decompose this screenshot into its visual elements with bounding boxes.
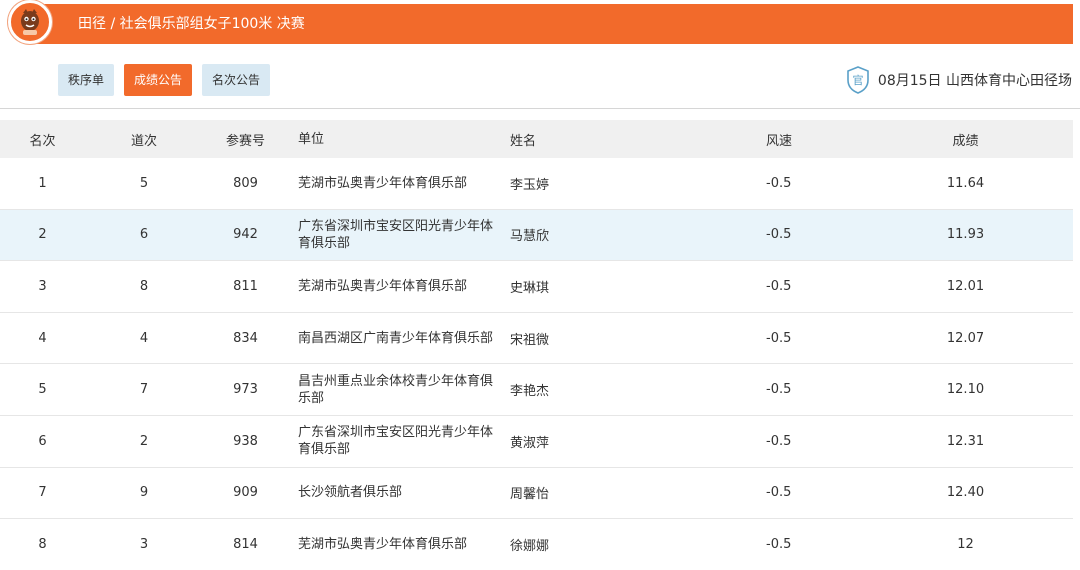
table-row[interactable]: 4 4 834 南昌西湖区广南青少年体育俱乐部 宋祖微 -0.5 12.07 xyxy=(0,312,1073,365)
cell-wind: -0.5 xyxy=(766,175,792,191)
official-badge-icon: 官 xyxy=(847,66,869,94)
cell-rank: 5 xyxy=(38,382,47,398)
cell-result: 12.10 xyxy=(946,382,985,398)
cell-rank: 1 xyxy=(38,175,47,191)
mascot-logo-icon xyxy=(8,0,52,44)
view-tabs: 秩序单 成绩公告 名次公告 xyxy=(58,64,271,96)
cell-result: 12.31 xyxy=(946,433,985,449)
results-table: 名次 道次 参赛号 单位 姓名 风速 成绩 1 5 809 芜湖市弘奥青少年体育… xyxy=(0,120,1073,570)
tab-results-notice[interactable]: 成绩公告 xyxy=(124,64,193,96)
table-header: 名次 道次 参赛号 单位 姓名 风速 成绩 xyxy=(0,120,1073,158)
cell-wind: -0.5 xyxy=(766,433,792,449)
cell-name: 李艳杰 xyxy=(510,384,550,400)
cell-name: 周馨怡 xyxy=(510,487,550,503)
cell-lane: 9 xyxy=(139,485,149,501)
page-header: 田径 / 社会俱乐部组女子100米 决赛 xyxy=(0,0,1080,50)
cell-lane: 4 xyxy=(139,330,149,346)
col-header-wind: 风速 xyxy=(766,133,793,149)
cell-wind: -0.5 xyxy=(766,536,792,552)
cell-unit: 芜湖市弘奥青少年体育俱乐部 xyxy=(298,278,468,294)
cell-lane: 8 xyxy=(139,278,149,294)
title-bar: 田径 / 社会俱乐部组女子100米 决赛 xyxy=(30,4,1073,44)
table-row[interactable]: 7 9 909 长沙领航者俱乐部 周馨怡 -0.5 12.40 xyxy=(0,467,1073,520)
cell-name: 史琳琪 xyxy=(510,280,550,296)
cell-bib: 814 xyxy=(233,536,258,552)
cell-unit: 广东省深圳市宝安区阳光青少年体育俱乐部 xyxy=(298,425,494,458)
cell-name: 宋祖微 xyxy=(510,332,550,348)
venue-date-location: 08月15日 山西体育中心田径场 xyxy=(877,73,1072,89)
cell-result: 12 xyxy=(957,536,974,552)
cell-result: 12.40 xyxy=(946,485,985,501)
cell-bib: 973 xyxy=(233,382,258,398)
table-row[interactable]: 3 8 811 芜湖市弘奥青少年体育俱乐部 史琳琪 -0.5 12.01 xyxy=(0,261,1073,313)
cell-bib: 938 xyxy=(233,433,258,449)
col-header-bib: 参赛号 xyxy=(225,133,265,149)
cell-unit: 芜湖市弘奥青少年体育俱乐部 xyxy=(298,536,468,552)
cell-unit: 芜湖市弘奥青少年体育俱乐部 xyxy=(298,175,468,191)
cell-bib: 942 xyxy=(233,227,258,243)
cell-bib: 834 xyxy=(233,330,258,346)
divider xyxy=(0,108,1080,109)
venue-info: 官 08月15日 山西体育中心田径场 xyxy=(846,66,1072,94)
cell-result: 11.64 xyxy=(946,175,985,191)
cell-rank: 8 xyxy=(38,536,47,552)
table-row[interactable]: 6 2 938 广东省深圳市宝安区阳光青少年体育俱乐部 黄淑萍 -0.5 12.… xyxy=(0,415,1073,468)
cell-result: 12.01 xyxy=(946,278,985,294)
col-header-result: 成绩 xyxy=(952,133,979,149)
cell-result: 11.93 xyxy=(946,227,985,243)
cell-wind: -0.5 xyxy=(766,278,792,294)
col-header-name: 姓名 xyxy=(510,133,537,149)
cell-name: 李玉婷 xyxy=(510,177,550,193)
cell-rank: 4 xyxy=(38,330,47,346)
cell-unit: 广东省深圳市宝安区阳光青少年体育俱乐部 xyxy=(298,218,494,251)
cell-wind: -0.5 xyxy=(766,382,792,398)
col-header-rank: 名次 xyxy=(29,133,56,149)
cell-name: 黄淑萍 xyxy=(510,435,550,451)
tab-ranking-notice[interactable]: 名次公告 xyxy=(202,64,271,96)
table-row[interactable]: 8 3 814 芜湖市弘奥青少年体育俱乐部 徐娜娜 -0.5 12 xyxy=(0,519,1073,570)
col-header-unit: 单位 xyxy=(298,131,325,147)
cell-name: 马慧欣 xyxy=(510,229,550,245)
cell-wind: -0.5 xyxy=(766,485,792,501)
cell-wind: -0.5 xyxy=(766,330,792,346)
col-header-lane: 道次 xyxy=(130,133,157,149)
cell-result: 12.07 xyxy=(946,330,985,346)
page-title: 田径 / 社会俱乐部组女子100米 决赛 xyxy=(78,16,305,32)
cell-name: 徐娜娜 xyxy=(510,538,550,554)
cell-lane: 7 xyxy=(139,382,149,398)
cell-unit: 长沙领航者俱乐部 xyxy=(298,485,403,501)
cell-bib: 811 xyxy=(233,278,258,294)
cell-lane: 5 xyxy=(139,175,149,191)
cell-lane: 3 xyxy=(139,536,149,552)
table-row[interactable]: 5 7 973 昌吉州重点业余体校青少年体育俱乐部 李艳杰 -0.5 12.10 xyxy=(0,364,1073,416)
cell-unit: 昌吉州重点业余体校青少年体育俱乐部 xyxy=(298,373,494,406)
table-row[interactable]: 1 5 809 芜湖市弘奥青少年体育俱乐部 李玉婷 -0.5 11.64 xyxy=(0,158,1073,210)
venue-icon-label: 官 xyxy=(852,73,863,87)
cell-lane: 2 xyxy=(139,433,149,449)
cell-lane: 6 xyxy=(139,227,149,243)
table-row[interactable]: 2 6 942 广东省深圳市宝安区阳光青少年体育俱乐部 马慧欣 -0.5 11.… xyxy=(0,209,1073,262)
cell-bib: 809 xyxy=(233,175,258,191)
cell-rank: 6 xyxy=(38,433,47,449)
tab-order-list[interactable]: 秩序单 xyxy=(58,64,115,96)
cell-unit: 南昌西湖区广南青少年体育俱乐部 xyxy=(298,330,494,346)
cell-wind: -0.5 xyxy=(766,227,792,243)
cell-rank: 3 xyxy=(38,278,47,294)
cell-rank: 2 xyxy=(38,227,47,243)
cell-bib: 909 xyxy=(233,485,258,501)
cell-rank: 7 xyxy=(38,485,47,501)
